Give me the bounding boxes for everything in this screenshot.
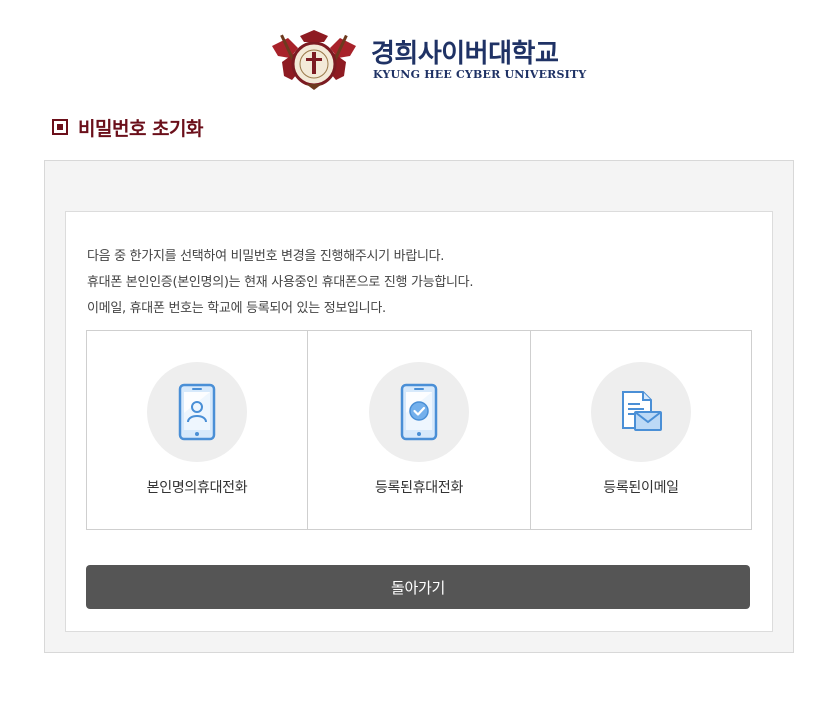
verification-options: 본인명의휴대전화 등록된휴대전화 등록된이메일 — [86, 330, 752, 530]
option-label: 등록된이메일 — [603, 480, 679, 496]
reset-panel: 다음 중 한가지를 선택하여 비밀번호 변경을 진행해주시기 바랍니다. 휴대폰… — [65, 211, 773, 632]
option-registered-phone[interactable]: 등록된휴대전화 — [307, 331, 530, 529]
icon-circle — [369, 362, 469, 462]
page-title: 비밀번호 초기화 — [52, 113, 203, 141]
instruction-line: 다음 중 한가지를 선택하여 비밀번호 변경을 진행해주시기 바랍니다. — [87, 249, 445, 264]
instructions: 다음 중 한가지를 선택하여 비밀번호 변경을 진행해주시기 바랍니다. 휴대폰… — [87, 244, 473, 322]
reset-panel-outer: 다음 중 한가지를 선택하여 비밀번호 변경을 진행해주시기 바랍니다. 휴대폰… — [44, 160, 794, 653]
option-label: 등록된휴대전화 — [374, 480, 464, 496]
phone-check-icon — [400, 383, 438, 441]
icon-circle — [147, 362, 247, 462]
phone-user-icon — [178, 383, 216, 441]
square-bullet-icon — [52, 119, 68, 135]
email-document-icon — [622, 391, 662, 431]
university-crest-icon — [272, 30, 356, 90]
university-logo[interactable]: 경희사이버대학교 KYUNG HEE CYBER UNIVERSITY — [268, 28, 586, 92]
logo-korean-text: 경희사이버대학교 — [371, 39, 559, 69]
page-title-text: 비밀번호 초기화 — [78, 117, 203, 140]
icon-circle — [591, 362, 691, 462]
instruction-line: 이메일, 휴대폰 번호는 학교에 등록되어 있는 정보입니다. — [87, 301, 386, 316]
logo-english-text: KYUNG HEE CYBER UNIVERSITY — [373, 68, 587, 81]
option-label: 본인명의휴대전화 — [146, 480, 248, 496]
instruction-line: 휴대폰 본인인증(본인명의)는 현재 사용중인 휴대폰으로 진행 가능합니다. — [87, 275, 474, 290]
option-registered-email[interactable]: 등록된이메일 — [530, 331, 751, 529]
option-own-phone[interactable]: 본인명의휴대전화 — [87, 331, 307, 529]
back-button[interactable]: 돌아가기 — [86, 565, 750, 609]
